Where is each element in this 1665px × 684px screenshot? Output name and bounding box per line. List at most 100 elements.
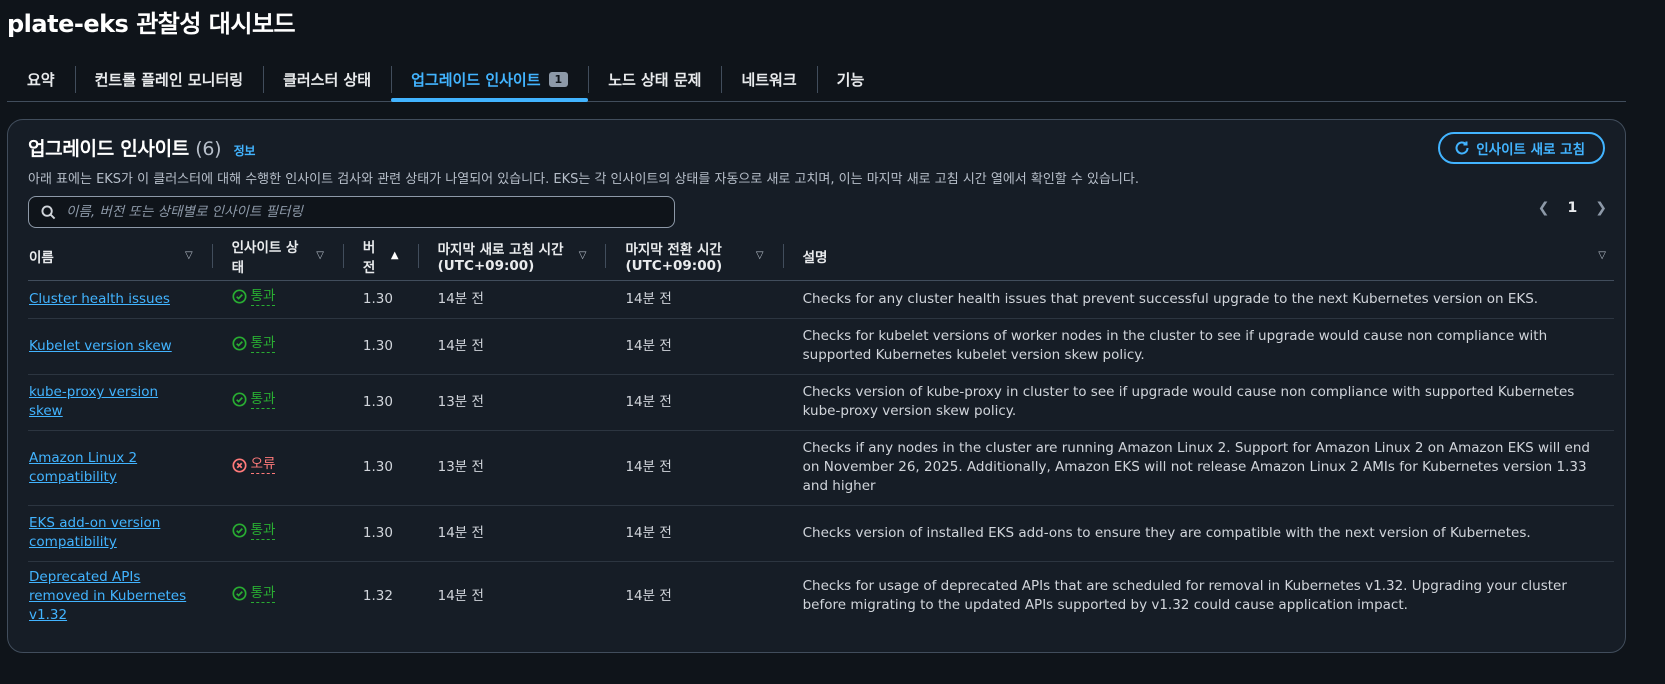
- status-cell: 통과: [212, 318, 344, 375]
- column-header-name[interactable]: 이름 ▽: [28, 232, 213, 281]
- status-label: 통과: [250, 584, 276, 603]
- column-header-last-transition[interactable]: 마지막 전환 시간 (UTC+09:00) ▽: [606, 232, 784, 281]
- table-row: EKS add-on version compatibility 통과 1.30…: [28, 505, 1614, 562]
- refresh-label: 인사이트 새로 고침: [1476, 142, 1585, 158]
- description-cell: Checks if any nodes in the cluster are r…: [783, 430, 1614, 506]
- insight-link[interactable]: Deprecated APIs removed in Kubernetes v1…: [29, 569, 186, 623]
- tab-label: 요약: [27, 71, 55, 89]
- tab-label: 컨트롤 플레인 모니터링: [94, 71, 244, 89]
- insight-link[interactable]: Kubelet version skew: [29, 338, 172, 354]
- column-header-label: 이름: [29, 249, 54, 266]
- insight-link[interactable]: EKS add-on version compatibility: [29, 515, 160, 550]
- status-cell: 통과: [213, 561, 344, 631]
- insight-link[interactable]: Amazon Linux 2 compatibility: [29, 450, 137, 485]
- description-cell: Checks for usage of deprecated APIs that…: [802, 578, 1567, 613]
- search-box: [28, 196, 675, 228]
- tab-summary[interactable]: 요약: [7, 58, 75, 101]
- refresh-insights-button[interactable]: 인사이트 새로 고침: [1438, 132, 1605, 164]
- last-transition-cell: 14분 전: [606, 430, 784, 506]
- status-cell: 통과: [212, 280, 344, 319]
- column-header-status[interactable]: 인사이트 상태 ▽: [212, 232, 344, 281]
- last-refresh-cell: 14분 전: [418, 505, 607, 562]
- tab-network[interactable]: 네트워크: [721, 58, 816, 101]
- status-cell: 통과: [212, 505, 344, 562]
- info-link[interactable]: 정보: [234, 144, 256, 158]
- insight-name-cell: Cluster health issues: [28, 280, 213, 319]
- check-circle-icon: [232, 289, 247, 304]
- table-row: Kubelet version skew 통과 1.30 14분 전 14분 전…: [28, 318, 1614, 375]
- tab-label: 업그레이드 인사이트: [411, 71, 541, 89]
- column-header-label: 버전: [362, 239, 376, 276]
- sort-icon[interactable]: ▽: [316, 250, 324, 261]
- panel-description: 아래 표에는 EKS가 이 클러스터에 대해 수행한 인사이트 검사와 관련 상…: [28, 172, 1139, 187]
- last-transition-cell: 14분 전: [606, 280, 784, 319]
- previous-page-icon[interactable]: ❮: [1538, 200, 1550, 216]
- version-cell: 1.30: [343, 318, 419, 375]
- column-header-label: 마지막 전환 시간 (UTC+09:00): [625, 241, 723, 274]
- insight-name-cell: EKS add-on version compatibility: [28, 505, 213, 562]
- table-row: Cluster health issues 통과 1.30 14분 전 14분 …: [28, 280, 1614, 319]
- status-pass[interactable]: 통과: [232, 335, 276, 353]
- sort-icon[interactable]: ▽: [579, 250, 587, 261]
- panel-title: 업그레이드 인사이트: [28, 138, 189, 160]
- table-row: Amazon Linux 2 compatibility 오류 1.30 13분…: [28, 430, 1614, 506]
- last-refresh-cell: 14분 전: [418, 318, 607, 375]
- description-cell: Checks version of installed EKS add-ons …: [783, 505, 1614, 562]
- sort-ascending-icon[interactable]: ▲: [391, 250, 399, 261]
- sort-icon[interactable]: ▽: [185, 250, 193, 261]
- status-pass[interactable]: 통과: [232, 585, 276, 603]
- description-cell: Checks for kubelet versions of worker no…: [783, 318, 1614, 375]
- version-cell: 1.30: [343, 505, 419, 562]
- search-icon: [41, 204, 56, 219]
- column-header-label: 마지막 새로 고침 시간 (UTC+09:00): [437, 241, 564, 274]
- tab-bar: 요약 컨트롤 플레인 모니터링 클러스터 상태 업그레이드 인사이트 1 노드 상…: [7, 58, 1626, 102]
- check-circle-icon: [232, 586, 247, 601]
- version-cell: 1.30: [343, 280, 419, 319]
- status-label: 통과: [250, 334, 276, 353]
- insight-name-cell: Amazon Linux 2 compatibility: [28, 430, 213, 506]
- description-cell: Checks for any cluster health issues tha…: [783, 280, 1614, 319]
- tab-label: 클러스터 상태: [283, 71, 372, 89]
- tab-features[interactable]: 기능: [816, 58, 885, 101]
- tab-node-health-issues[interactable]: 노드 상태 문제: [588, 58, 721, 101]
- tab-label: 기능: [836, 71, 865, 89]
- insight-link[interactable]: Cluster health issues: [29, 291, 170, 307]
- sort-icon[interactable]: ▽: [1598, 250, 1606, 261]
- status-pass[interactable]: 통과: [232, 391, 276, 409]
- insight-name-cell: Deprecated APIs removed in Kubernetes v1…: [28, 561, 213, 631]
- tab-control-plane-monitoring[interactable]: 컨트롤 플레인 모니터링: [74, 58, 263, 101]
- tab-upgrade-insights[interactable]: 업그레이드 인사이트 1: [391, 58, 589, 102]
- check-circle-icon: [232, 392, 247, 407]
- column-header-description[interactable]: 설명 ▽: [783, 232, 1614, 281]
- insight-link[interactable]: kube-proxy version skew: [29, 384, 158, 419]
- refresh-icon: [1455, 141, 1469, 155]
- column-header-label: 설명: [802, 249, 828, 266]
- tab-count-badge: 1: [548, 72, 569, 87]
- description-cell: Checks version of kube-proxy in cluster …: [783, 374, 1614, 431]
- column-header-label: 인사이트 상태: [231, 239, 299, 276]
- insight-name-cell: kube-proxy version skew: [28, 374, 213, 431]
- version-cell: 1.30: [343, 374, 419, 431]
- status-label: 통과: [250, 521, 276, 540]
- page-title: plate-eks 관찰성 대시보드: [7, 10, 296, 38]
- last-transition-cell: 14분 전: [625, 587, 672, 604]
- status-error[interactable]: 오류: [232, 456, 276, 475]
- search-input[interactable]: [66, 204, 646, 220]
- column-header-last-refresh[interactable]: 마지막 새로 고침 시간 (UTC+09:00) ▽: [418, 232, 607, 281]
- upgrade-insights-panel: 업그레이드 인사이트 (6) 정보 아래 표에는 EKS가 이 클러스터에 대해…: [7, 119, 1626, 653]
- status-label: 오류: [250, 456, 276, 475]
- last-refresh-cell: 13분 전: [418, 374, 607, 431]
- next-page-icon[interactable]: ❯: [1595, 200, 1607, 216]
- status-cell: 오류: [212, 430, 344, 506]
- column-header-version[interactable]: 버전 ▲: [343, 232, 419, 281]
- error-circle-icon: [232, 458, 247, 473]
- pagination: ❮ 1 ❯: [1538, 200, 1607, 216]
- last-refresh-cell: 14분 전: [437, 587, 484, 604]
- last-refresh-cell: 13분 전: [418, 430, 607, 506]
- current-page-number[interactable]: 1: [1568, 200, 1578, 216]
- sort-icon[interactable]: ▽: [756, 250, 764, 261]
- status-label: 통과: [250, 287, 276, 306]
- status-pass[interactable]: 통과: [232, 522, 276, 540]
- tab-cluster-health[interactable]: 클러스터 상태: [263, 58, 391, 101]
- status-pass[interactable]: 통과: [232, 288, 276, 306]
